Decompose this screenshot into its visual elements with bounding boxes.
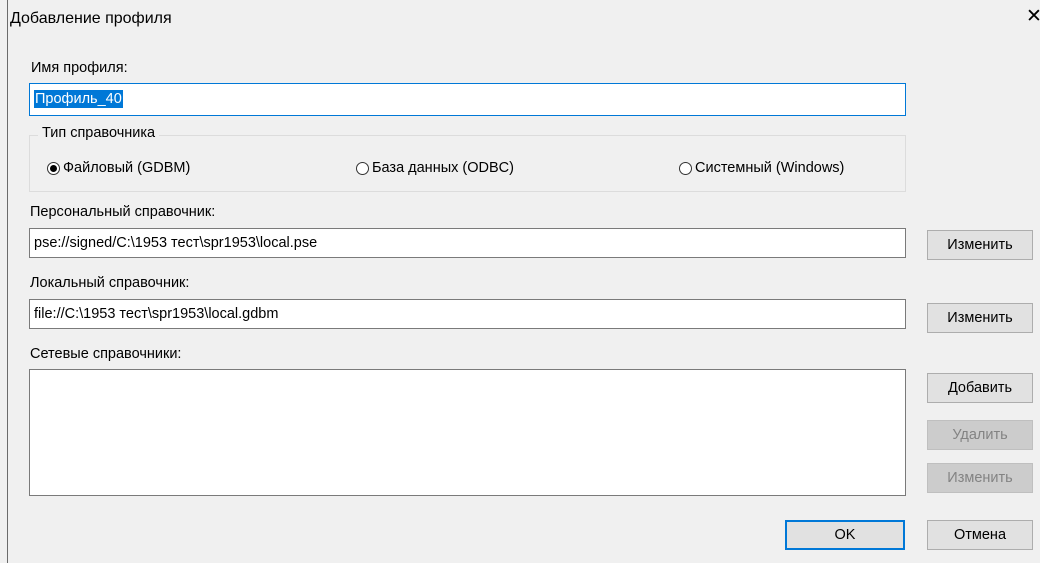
network-change-button[interactable]: Изменить [927,463,1033,493]
network-directories-list[interactable] [29,369,906,496]
radio-system-windows-label: Системный (Windows) [695,160,845,176]
local-directory-input[interactable]: file://C:\1953 тест\spr1953\local.gdbm [29,299,906,329]
radio-file-gdbm[interactable]: Файловый (GDBM) [47,160,190,176]
radio-unchecked-icon [356,161,369,175]
radio-checked-icon [47,161,60,175]
dialog-title: Добавление профиля [10,10,172,27]
radio-file-gdbm-label: Файловый (GDBM) [63,160,191,176]
radio-database-odbc-label: База данных (ODBC) [372,160,514,176]
radio-database-odbc[interactable]: База данных (ODBC) [356,160,514,176]
network-directories-label: Сетевые справочники: [30,346,182,362]
profile-name-value: Профиль_40 [34,90,123,108]
personal-directory-input[interactable]: pse://signed/C:\1953 тест\spr1953\local.… [29,228,906,258]
window-border [7,0,8,563]
cancel-button[interactable]: Отмена [927,520,1033,550]
local-directory-label: Локальный справочник: [30,275,190,291]
close-icon[interactable]: ✕ [1026,6,1040,28]
network-add-button[interactable]: Добавить [927,373,1033,403]
radio-system-windows[interactable]: Системный (Windows) [679,160,844,176]
local-change-button[interactable]: Изменить [927,303,1033,333]
network-remove-button[interactable]: Удалить [927,420,1033,450]
radio-unchecked-icon [679,161,692,175]
personal-directory-label: Персональный справочник: [30,204,216,220]
ok-button[interactable]: OK [785,520,905,550]
directory-type-legend: Тип справочника [38,125,160,141]
profile-name-label: Имя профиля: [31,60,128,76]
profile-name-input[interactable]: Профиль_40 [29,83,906,116]
add-profile-dialog: Добавление профиля ✕ Имя профиля: Профил… [0,0,1040,563]
personal-change-button[interactable]: Изменить [927,230,1033,260]
